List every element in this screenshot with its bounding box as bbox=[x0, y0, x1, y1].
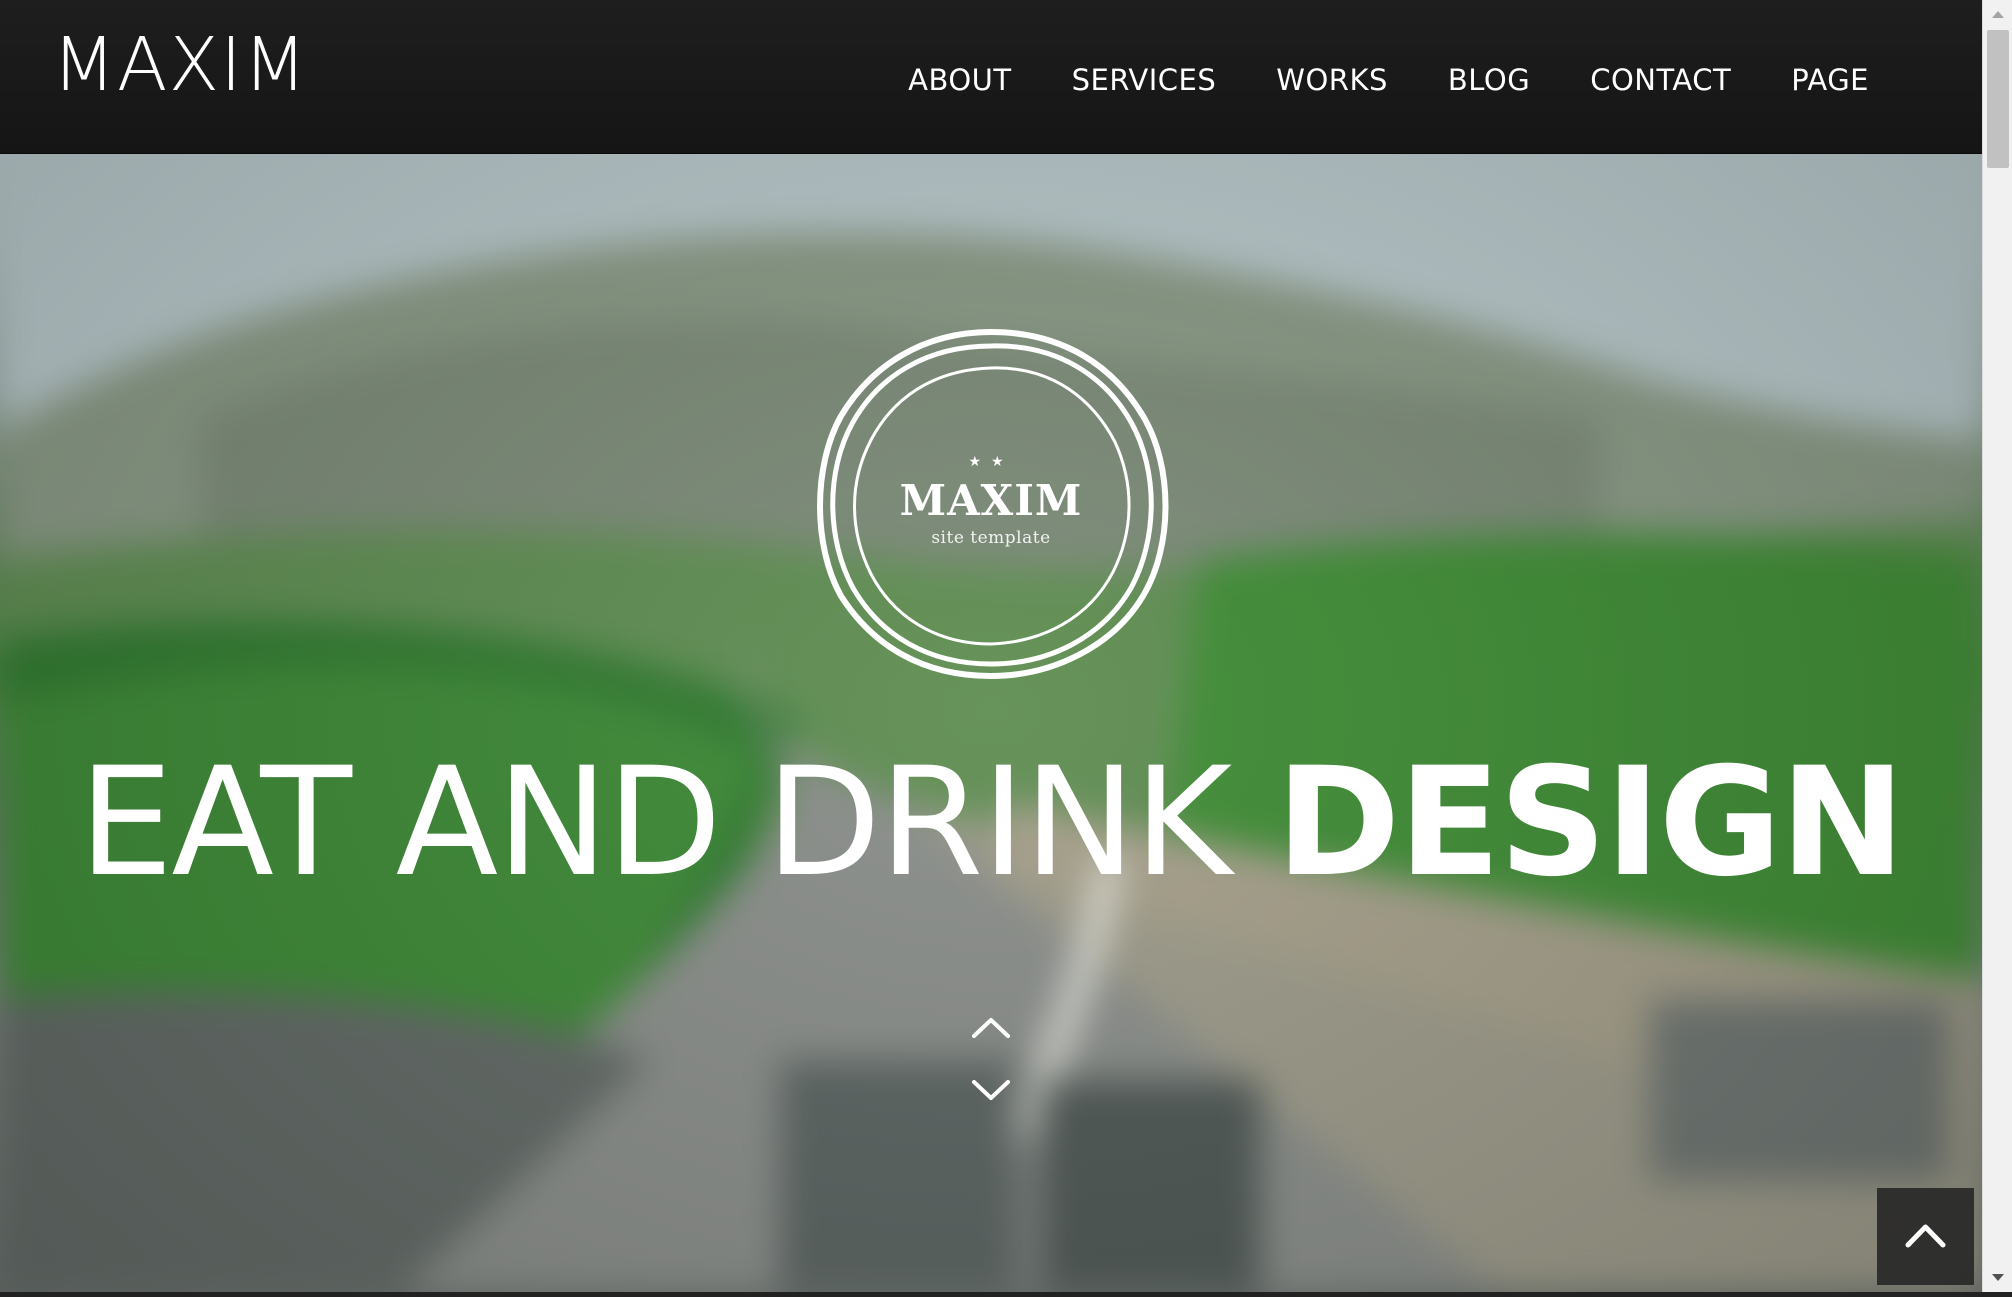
headline-bold: DESIGN bbox=[1275, 736, 1905, 910]
scroll-up-arrow-icon[interactable] bbox=[1983, 0, 2012, 28]
emblem-stars: ★★ bbox=[968, 454, 1014, 470]
headline-light: EAT AND DRINK bbox=[78, 736, 1233, 910]
chevron-up-down-icon bbox=[972, 1018, 1010, 1100]
back-to-top-button[interactable] bbox=[1877, 1188, 1974, 1285]
nav-item-about[interactable]: ABOUT bbox=[908, 58, 1012, 102]
nav-item-contact[interactable]: CONTACT bbox=[1590, 58, 1731, 102]
hero-headline: EAT AND DRINK DESIGN bbox=[0, 738, 1982, 908]
chevron-up-icon bbox=[1905, 1224, 1946, 1248]
emblem-subtitle: site template bbox=[931, 528, 1051, 548]
hero-emblem: ★★ MAXIM site template bbox=[813, 326, 1169, 682]
emblem-title: MAXIM bbox=[899, 476, 1083, 525]
scrollbar-thumb[interactable] bbox=[1987, 30, 2009, 168]
site-header: MAXIM ABOUT SERVICES WORKS BLOG CONTACT … bbox=[0, 0, 1982, 154]
scroll-down-arrow-icon[interactable] bbox=[1983, 1264, 2012, 1292]
page-viewport: MAXIM ABOUT SERVICES WORKS BLOG CONTACT … bbox=[0, 0, 1982, 1292]
main-nav: ABOUT SERVICES WORKS BLOG CONTACT PAGE bbox=[848, 58, 1869, 102]
page-scrollbar[interactable] bbox=[1982, 0, 2012, 1292]
nav-item-works[interactable]: WORKS bbox=[1276, 58, 1388, 102]
nav-item-services[interactable]: SERVICES bbox=[1072, 58, 1217, 102]
scroll-down-button[interactable] bbox=[966, 1006, 1016, 1106]
nav-item-page[interactable]: PAGE bbox=[1791, 58, 1869, 102]
site-logo[interactable]: MAXIM bbox=[52, 22, 308, 108]
nav-item-blog[interactable]: BLOG bbox=[1448, 58, 1530, 102]
